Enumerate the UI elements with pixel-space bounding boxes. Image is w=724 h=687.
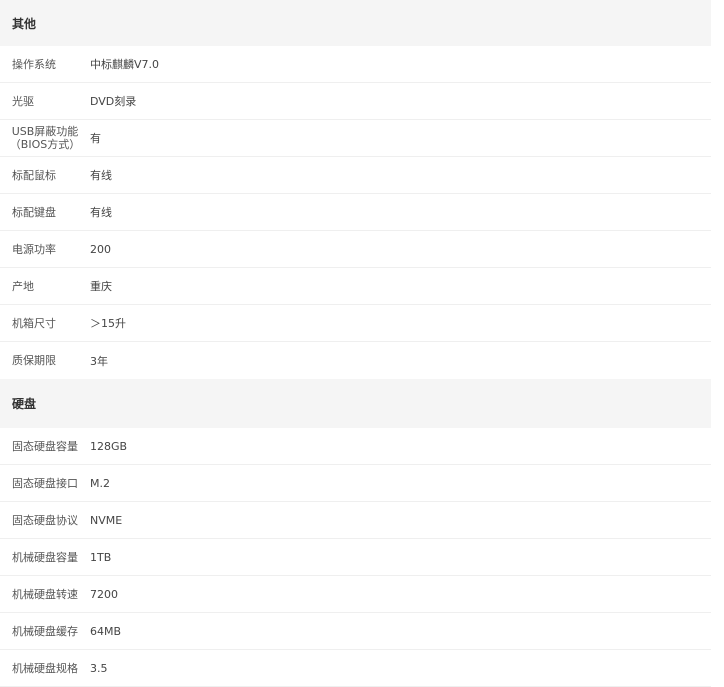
spec-row-power: 电源功率 200 [0, 231, 711, 268]
spec-label: 固态硬盘接口 [12, 476, 78, 490]
spec-label: 标配键盘 [12, 205, 56, 219]
spec-value: 有线 [90, 169, 112, 182]
spec-value: ＞15升 [90, 317, 126, 330]
spec-value: NVME [90, 513, 123, 527]
section-title: 其他 [12, 16, 37, 31]
spec-label: 机械硬盘容量 [12, 550, 78, 564]
spec-label: 标配鼠标 [12, 168, 56, 182]
spec-table: 其他 操作系统 中标麒麟V7.0 光驱 DVD刻录 USB屏蔽功能 （BIOS方… [0, 0, 711, 687]
spec-label: 电源功率 [12, 242, 56, 256]
spec-row-hdd-cache: 机械硬盘缓存 64MB [0, 613, 711, 650]
spec-value: 有 [90, 132, 101, 145]
spec-value: 3年 [90, 354, 108, 368]
section-title: 硬盘 [12, 397, 37, 411]
spec-row-ssd-capacity: 固态硬盘容量 128GB [0, 428, 711, 465]
spec-value: 3.5 [90, 661, 108, 675]
spec-value: 重庆 [90, 280, 112, 293]
spec-label: 机械硬盘缓存 [12, 624, 78, 638]
spec-row-os: 操作系统 中标麒麟V7.0 [0, 46, 711, 83]
spec-value: 7200 [90, 587, 118, 601]
spec-value: 有线 [90, 206, 112, 219]
spec-value: 1TB [90, 550, 112, 564]
spec-label-line1: USB屏蔽功能 [11, 125, 79, 138]
spec-value: 中标麒麟V7.0 [90, 58, 160, 71]
spec-value: M.2 [90, 476, 110, 490]
spec-row-ssd-protocol: 固态硬盘协议 NVME [0, 502, 711, 539]
spec-row-optical-drive: 光驱 DVD刻录 [0, 83, 711, 120]
spec-row-hdd-capacity: 机械硬盘容量 1TB [0, 539, 711, 576]
spec-row-origin: 产地 重庆 [0, 268, 711, 305]
spec-label: 机箱尺寸 [12, 316, 56, 330]
spec-row-keyboard: 标配键盘 有线 [0, 194, 711, 231]
spec-row-mouse: 标配鼠标 有线 [0, 157, 711, 194]
spec-label: 产地 [12, 279, 34, 293]
spec-row-chassis-size: 机箱尺寸 ＞15升 [0, 305, 711, 342]
spec-label: 固态硬盘容量 [12, 439, 78, 453]
spec-row-usb-block: USB屏蔽功能 （BIOS方式） 有 [0, 120, 711, 157]
spec-label: 质保期限 [12, 354, 56, 367]
spec-label: 操作系统 [12, 57, 56, 71]
spec-row-hdd-rpm: 机械硬盘转速 7200 [0, 576, 711, 613]
spec-value: 64MB [90, 624, 122, 638]
spec-row-ssd-interface: 固态硬盘接口 M.2 [0, 465, 711, 502]
spec-label: 固态硬盘协议 [12, 513, 78, 527]
spec-value: 200 [90, 242, 111, 256]
section-header-disk: 硬盘 [0, 379, 711, 428]
section-header-other: 其他 [0, 0, 711, 46]
spec-value: DVD刻录 [90, 95, 137, 108]
spec-label: 机械硬盘转速 [12, 587, 78, 601]
spec-label: 机械硬盘规格 [12, 661, 78, 675]
spec-label-line2: （BIOS方式） [9, 138, 81, 151]
spec-label: USB屏蔽功能 （BIOS方式） [0, 125, 90, 151]
spec-value: 128GB [90, 439, 128, 453]
spec-label: 光驱 [12, 94, 34, 108]
spec-row-hdd-form-factor: 机械硬盘规格 3.5 [0, 650, 711, 687]
spec-row-warranty: 质保期限 3年 [0, 342, 711, 379]
